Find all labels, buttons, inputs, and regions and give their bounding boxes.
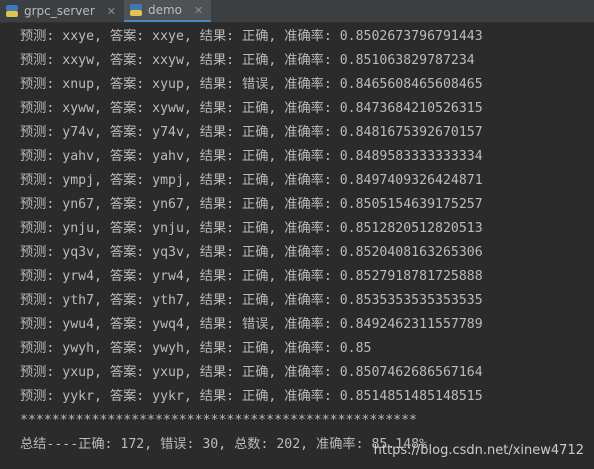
console-line: 预测: yth7, 答案: yth7, 结果: 正确, 准确率: 0.85353…	[20, 293, 483, 308]
console-line: 预测: y74v, 答案: y74v, 结果: 正确, 准确率: 0.84816…	[20, 125, 483, 140]
tab-label: grpc_server	[24, 4, 95, 18]
console-line: 预测: xnup, 答案: xyup, 结果: 错误, 准确率: 0.84656…	[20, 77, 483, 92]
console-output[interactable]: 预测: xxye, 答案: xxye, 结果: 正确, 准确率: 0.85026…	[0, 23, 594, 469]
tab-label: demo	[147, 3, 183, 17]
console-line: 预测: yxup, 答案: yxup, 结果: 正确, 准确率: 0.85074…	[20, 365, 483, 380]
console-line: 预测: xyww, 答案: xyww, 结果: 正确, 准确率: 0.84736…	[20, 101, 483, 116]
tab-grpc-server[interactable]: grpc_server ✕	[0, 0, 124, 22]
python-file-icon	[129, 4, 142, 16]
console-line: 预测: ywu4, 答案: ywq4, 结果: 错误, 准确率: 0.84924…	[20, 317, 483, 332]
console-line: 预测: yahv, 答案: yahv, 结果: 正确, 准确率: 0.84895…	[20, 149, 483, 164]
console-line: 预测: ympj, 答案: ympj, 结果: 正确, 准确率: 0.84974…	[20, 173, 483, 188]
console-line: 预测: yq3v, 答案: yq3v, 结果: 正确, 准确率: 0.85204…	[20, 245, 483, 260]
console-line: 预测: ynju, 答案: ynju, 结果: 正确, 准确率: 0.85128…	[20, 221, 483, 236]
separator-line: ****************************************…	[20, 413, 417, 428]
console-line: 预测: xxyw, 答案: xxyw, 结果: 正确, 准确率: 0.85106…	[20, 53, 475, 68]
close-icon[interactable]: ✕	[194, 4, 203, 17]
console-line: 预测: yykr, 答案: yykr, 结果: 正确, 准确率: 0.85148…	[20, 389, 483, 404]
tab-demo[interactable]: demo ✕	[123, 0, 212, 22]
python-file-icon	[6, 5, 18, 17]
close-icon[interactable]: ✕	[107, 5, 116, 18]
watermark: https://blog.csdn.net/xinew4712	[373, 443, 584, 458]
console-line: 预测: xxye, 答案: xxye, 结果: 正确, 准确率: 0.85026…	[20, 29, 483, 44]
console-line: 预测: yn67, 答案: yn67, 结果: 正确, 准确率: 0.85051…	[20, 197, 483, 212]
editor-tab-bar: grpc_server ✕ demo ✕	[0, 0, 594, 23]
console-line: 预测: yrw4, 答案: yrw4, 结果: 正确, 准确率: 0.85279…	[20, 269, 483, 284]
console-line: 预测: ywyh, 答案: ywyh, 结果: 正确, 准确率: 0.85	[20, 341, 372, 356]
